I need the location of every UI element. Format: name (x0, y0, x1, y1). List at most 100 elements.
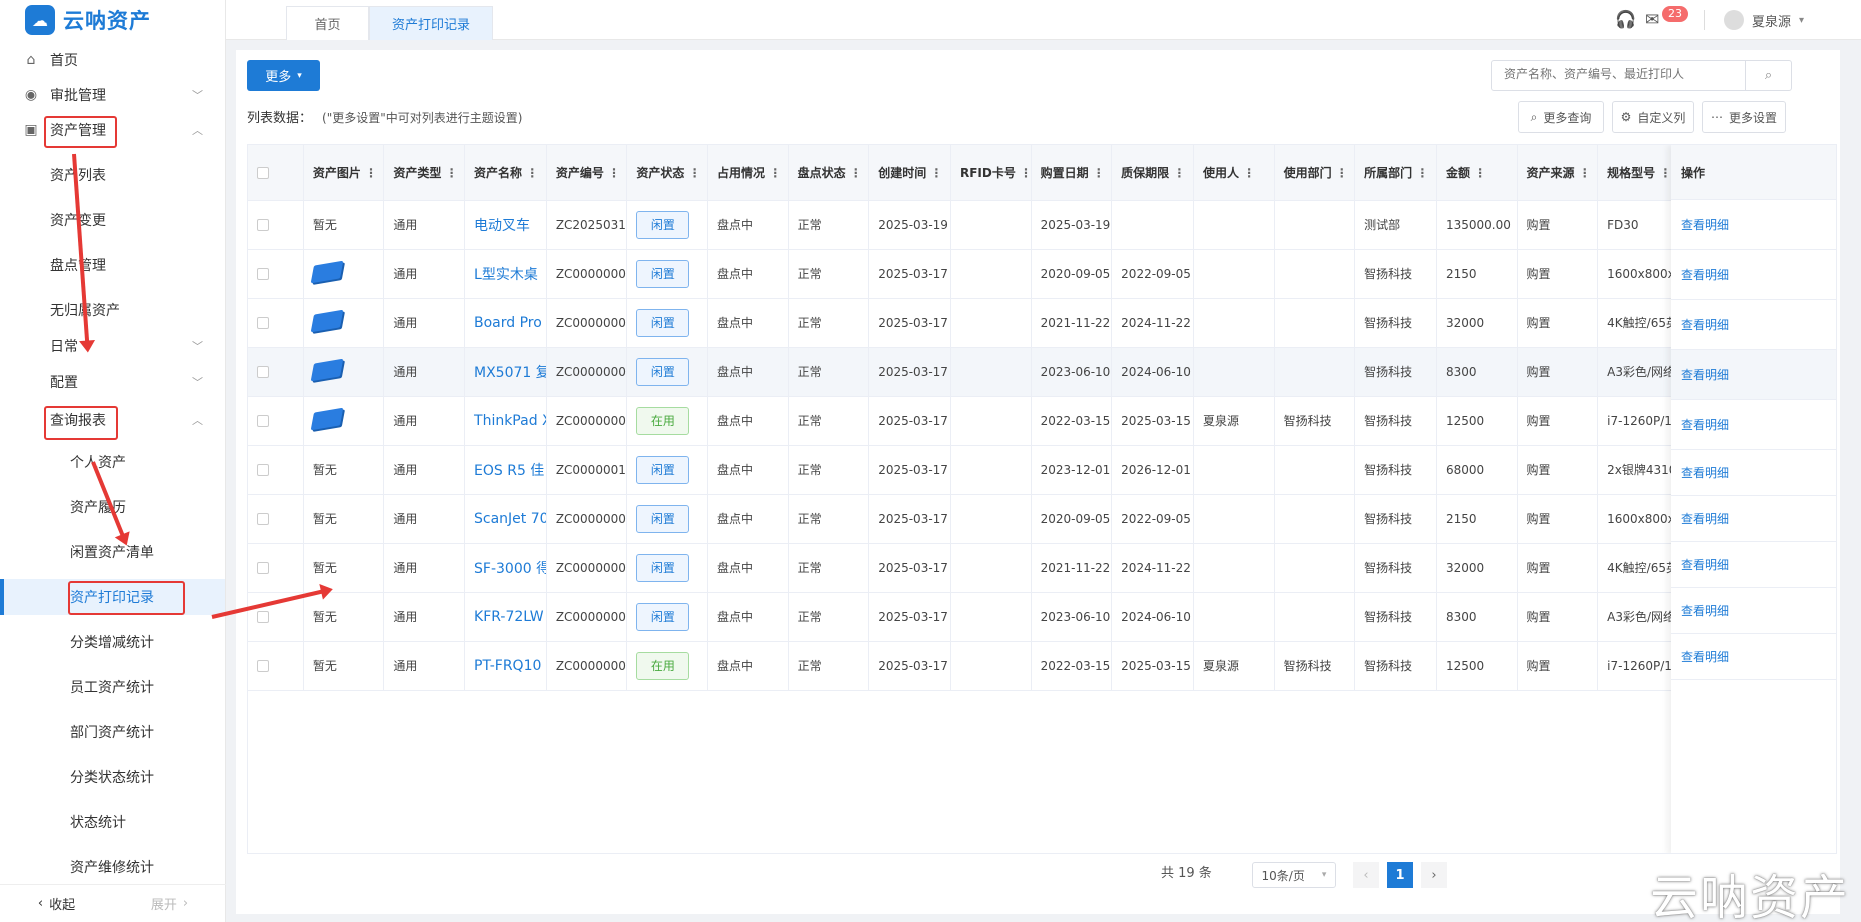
sidebar-item-19[interactable]: 资产维修统计 (0, 849, 225, 885)
view-details-link[interactable]: 查看明细 (1671, 200, 1836, 250)
sidebar-item-2[interactable]: ▣ 资产管理 ︿ (0, 112, 225, 148)
column-menu-icon[interactable]: ⋮ (1412, 166, 1428, 180)
view-details-link[interactable]: 查看明细 (1671, 542, 1836, 588)
cell-name[interactable]: MX5071 复 (464, 347, 547, 397)
view-details-link[interactable]: 查看明细 (1671, 250, 1836, 300)
column-menu-icon[interactable]: ⋮ (846, 166, 862, 180)
table-row[interactable]: 通用 Board Pro ZC00000003 闲置 盘点中 正常 2025-03-17 20… (248, 298, 1680, 348)
table-row[interactable]: 暂无 通用 SF-3000 得 ZC00000008 闲置 盘点中 正常 2025-03-17… (248, 543, 1680, 593)
column-menu-icon[interactable]: ⋮ (1016, 166, 1030, 180)
table-row[interactable]: 暂无 通用 EOS R5 佳 ZC00000010 闲置 盘点中 正常 2025-03-17 2… (248, 445, 1680, 495)
column-header-3[interactable]: 资产编号 ⋮ (546, 145, 628, 201)
sidebar-item-16[interactable]: 部门资产统计 (0, 714, 225, 750)
sidebar-item-7[interactable]: 日常 ﹀ (0, 328, 225, 364)
column-header-9[interactable]: 购置日期 ⋮ (1031, 145, 1113, 201)
column-menu-icon[interactable]: ⋮ (1332, 166, 1348, 180)
column-header-10[interactable]: 质保期限 ⋮ (1111, 145, 1194, 201)
column-header-16[interactable]: 规格型号 ⋮ (1597, 145, 1680, 201)
column-menu-icon[interactable]: ⋮ (1239, 166, 1255, 180)
row-checkbox[interactable] (257, 660, 269, 672)
headset-icon[interactable]: 🎧 (1615, 0, 1636, 40)
column-menu-icon[interactable]: ⋮ (441, 166, 458, 180)
column-menu-icon[interactable]: ⋮ (522, 166, 538, 180)
table-row[interactable]: 暂无 通用 电动叉车 ZC20250319 闲置 盘点中 正常 2025-03-19 2025-… (248, 200, 1680, 250)
cell-name[interactable]: SF-3000 得 (464, 543, 547, 593)
prev-page-button[interactable]: ‹ (1353, 862, 1379, 888)
row-checkbox[interactable] (257, 268, 269, 280)
column-header-6[interactable]: 盘点状态 ⋮ (788, 145, 870, 201)
sidebar-item-6[interactable]: 无归属资产 (0, 292, 225, 328)
column-menu-icon[interactable]: ⋮ (604, 166, 620, 180)
view-details-link[interactable]: 查看明细 (1671, 350, 1836, 400)
cell-name[interactable]: ThinkPad X (464, 396, 547, 446)
column-header-1[interactable]: 资产类型 ⋮ (383, 145, 466, 201)
column-menu-icon[interactable]: ⋮ (1575, 166, 1591, 180)
table-row[interactable]: 通用 MX5071 复 ZC00000002 闲置 盘点中 正常 2025-03-17 202… (248, 347, 1680, 397)
column-header-15[interactable]: 资产来源 ⋮ (1517, 145, 1599, 201)
column-menu-icon[interactable]: ⋮ (1089, 166, 1105, 180)
expand-button[interactable]: 展开 › (113, 885, 226, 922)
column-header-11[interactable]: 使用人 ⋮ (1193, 145, 1275, 201)
sidebar-item-1[interactable]: ◉ 审批管理 ﹀ (0, 77, 225, 113)
collapse-button[interactable]: ‹ 收起 (0, 885, 113, 922)
column-header-2[interactable]: 资产名称 ⋮ (464, 145, 547, 201)
cell-name[interactable]: Board Pro (464, 298, 547, 348)
view-details-link[interactable]: 查看明细 (1671, 300, 1836, 350)
cell-name[interactable]: 电动叉车 (464, 200, 547, 250)
column-header-0[interactable]: 资产图片 ⋮ (303, 145, 385, 201)
table-row[interactable]: 暂无 通用 PT-FRQ10 ZC00000006 在用 盘点中 正常 2025-03-17 2… (248, 641, 1680, 691)
sidebar-item-4[interactable]: 资产变更 (0, 202, 225, 238)
column-header-7[interactable]: 创建时间 ⋮ (868, 145, 951, 201)
column-header-8[interactable]: RFID卡号 ⋮ (950, 145, 1032, 201)
more-query-button[interactable]: ⌕ 更多查询 (1518, 101, 1604, 133)
column-header-12[interactable]: 使用部门 ⋮ (1274, 145, 1356, 201)
row-checkbox[interactable] (257, 219, 269, 231)
sidebar-item-18[interactable]: 状态统计 (0, 804, 225, 840)
column-header-5[interactable]: 占用情况 ⋮ (707, 145, 789, 201)
row-checkbox[interactable] (257, 513, 269, 525)
page-size-select[interactable]: 10条/页 ▾ (1252, 862, 1336, 888)
next-page-button[interactable]: › (1421, 862, 1447, 888)
sidebar-item-3[interactable]: 资产列表 (0, 157, 225, 193)
view-details-link[interactable]: 查看明细 (1671, 496, 1836, 542)
cell-name[interactable]: ScanJet 70 (464, 494, 547, 544)
mail-icon[interactable]: ✉ (1645, 0, 1659, 40)
sidebar-item-8[interactable]: 配置 ﹀ (0, 364, 225, 400)
sidebar-item-12[interactable]: 闲置资产清单 (0, 534, 225, 570)
page-1-button[interactable]: 1 (1387, 862, 1413, 888)
more-settings-button[interactable]: ⋯ 更多设置 (1702, 101, 1786, 133)
column-header-13[interactable]: 所属部门 ⋮ (1354, 145, 1437, 201)
view-details-link[interactable]: 查看明细 (1671, 588, 1836, 634)
tab-print-records[interactable]: 资产打印记录 (369, 6, 493, 40)
column-header-4[interactable]: 资产状态 ⋮ (626, 145, 708, 201)
row-checkbox[interactable] (257, 464, 269, 476)
more-button[interactable]: 更多 ▾ (247, 60, 320, 91)
column-menu-icon[interactable]: ⋮ (361, 166, 377, 180)
sidebar-item-15[interactable]: 员工资产统计 (0, 669, 225, 705)
sidebar-item-14[interactable]: 分类增减统计 (0, 624, 225, 660)
view-details-link[interactable]: 查看明细 (1671, 634, 1836, 680)
row-checkbox[interactable] (257, 611, 269, 623)
table-row[interactable]: 通用 ThinkPad X ZC00000001 在用 盘点中 正常 2025-03-17 2… (248, 396, 1680, 446)
sidebar-item-9[interactable]: 查询报表 ︿ (0, 402, 225, 440)
row-checkbox[interactable] (257, 366, 269, 378)
sidebar-item-5[interactable]: 盘点管理 (0, 247, 225, 283)
row-checkbox[interactable] (257, 317, 269, 329)
column-menu-icon[interactable]: ⋮ (926, 166, 942, 180)
row-checkbox[interactable] (257, 415, 269, 427)
view-details-link[interactable]: 查看明细 (1671, 400, 1836, 450)
cell-name[interactable]: EOS R5 佳 (464, 445, 547, 495)
user-menu[interactable]: 夏泉源 ▾ (1724, 0, 1804, 40)
column-menu-icon[interactable]: ⋮ (1169, 166, 1185, 180)
table-row[interactable]: 暂无 通用 KFR-72LW ZC00000007 闲置 盘点中 正常 2025-03-17 2… (248, 592, 1680, 642)
search-icon[interactable]: ⌕ (1745, 61, 1791, 90)
sidebar-item-10[interactable]: 个人资产 (0, 444, 225, 480)
column-header-14[interactable]: 金额 ⋮ (1436, 145, 1518, 201)
cell-name[interactable]: L型实木桌 (464, 249, 547, 299)
cell-name[interactable]: KFR-72LW (464, 592, 547, 642)
sidebar-item-13[interactable]: 资产打印记录 (0, 579, 225, 615)
search-input[interactable] (1504, 67, 1744, 81)
row-checkbox[interactable] (257, 562, 269, 574)
column-menu-icon[interactable]: ⋮ (765, 166, 781, 180)
table-row[interactable]: 通用 L型实木桌 ZC00000004 闲置 盘点中 正常 2025-03-17 2020-0… (248, 249, 1680, 299)
